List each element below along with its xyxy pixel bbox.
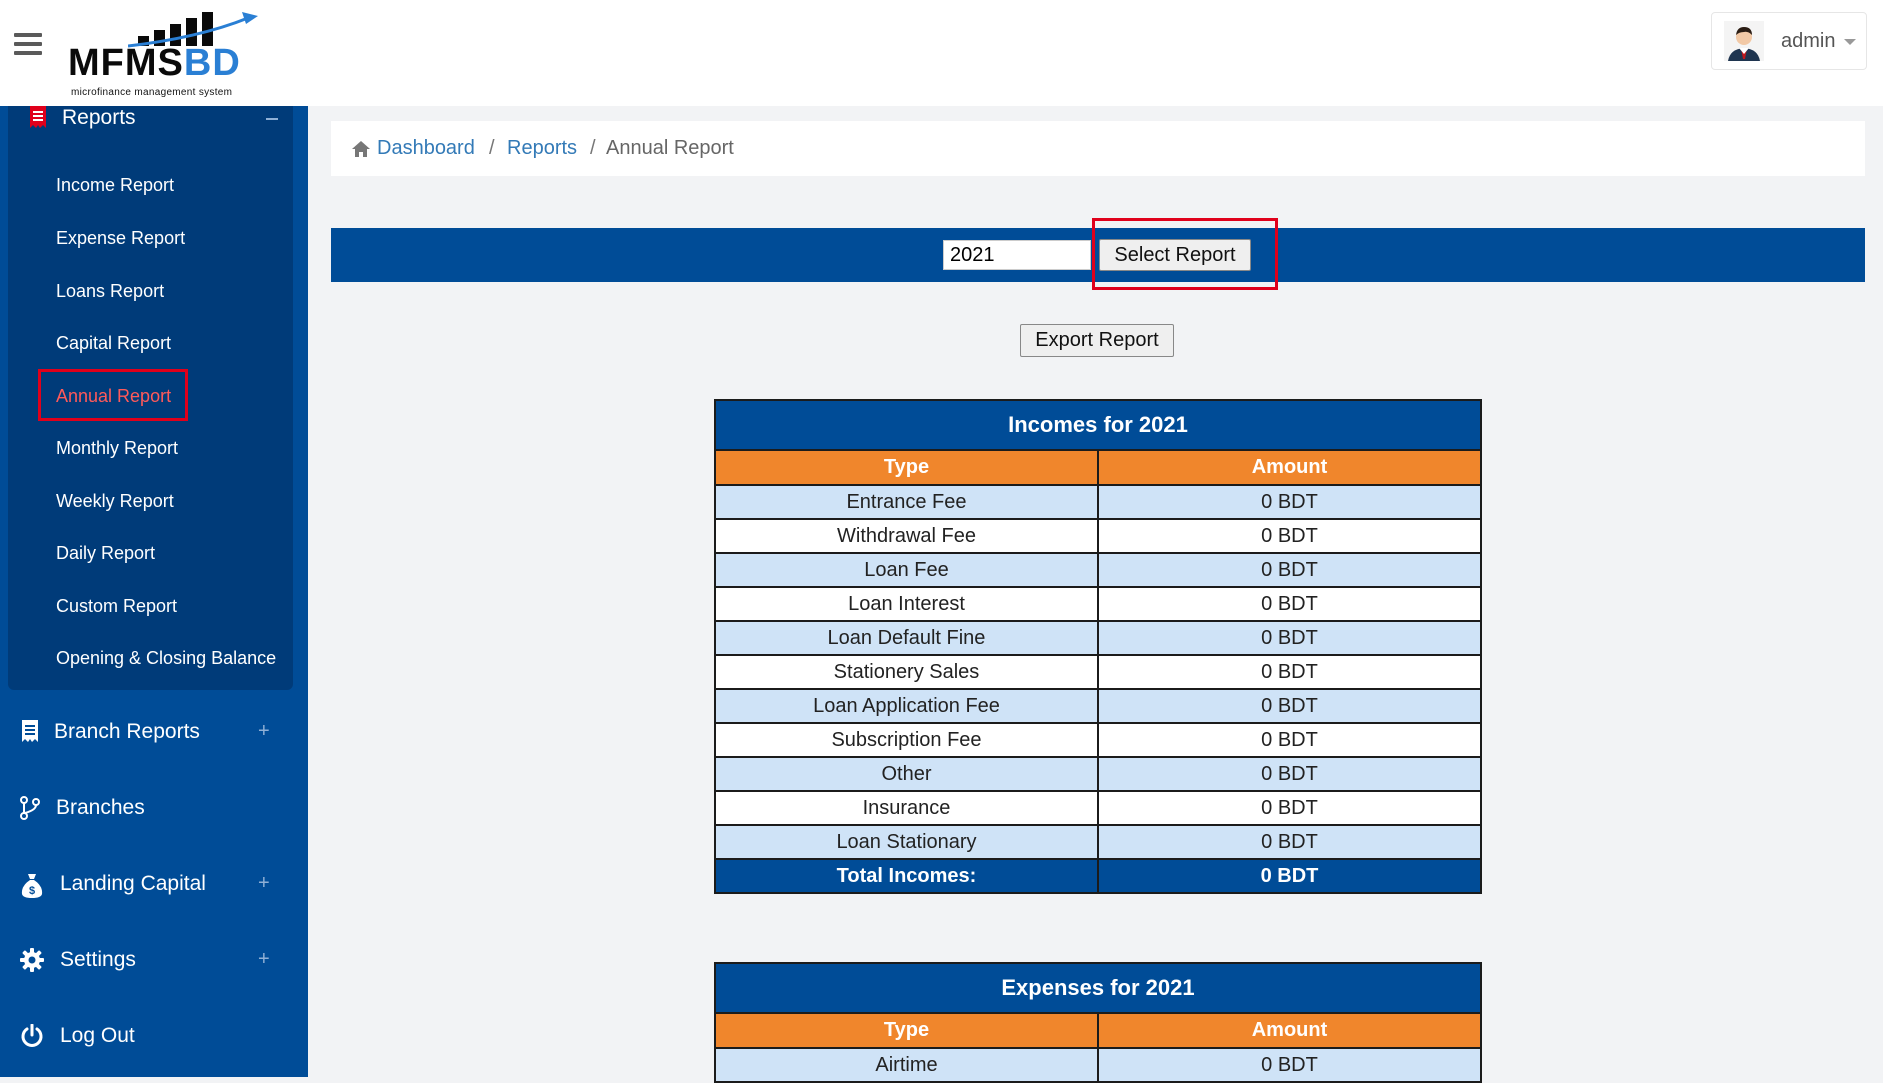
cell-amount: 0 BDT — [1097, 654, 1482, 690]
table-row: Withdrawal Fee 0 BDT — [714, 518, 1482, 554]
table-row: Subscription Fee 0 BDT — [714, 722, 1482, 758]
table-row: Loan Fee 0 BDT — [714, 552, 1482, 588]
receipt-icon — [30, 106, 46, 128]
incomes-table: Incomes for 2021 Type Amount Entrance Fe… — [714, 399, 1482, 894]
sidebar-item-branches[interactable]: Branches — [20, 792, 290, 826]
chevron-down-icon — [1844, 39, 1856, 45]
sidebar-item-opening-closing-balance[interactable]: Opening & Closing Balance — [56, 648, 276, 669]
power-icon — [21, 1024, 43, 1047]
column-header-amount: Amount — [1097, 449, 1482, 486]
table-row: Entrance Fee 0 BDT — [714, 484, 1482, 520]
sidebar-item-expense-report[interactable]: Expense Report — [56, 228, 185, 249]
sidebar-item-income-report[interactable]: Income Report — [56, 175, 174, 196]
sidebar-item-label: Branches — [56, 796, 145, 819]
username-label: admin — [1781, 30, 1836, 52]
cell-amount: 0 BDT — [1097, 552, 1482, 588]
sidebar-group-reports[interactable]: Reports — [28, 106, 288, 132]
cell-amount: 0 BDT — [1097, 824, 1482, 860]
table-row: Loan Default Fine 0 BDT — [714, 620, 1482, 656]
breadcrumb-separator: / — [590, 137, 596, 159]
sidebar-item-log-out[interactable]: Log Out — [20, 1020, 290, 1054]
cell-amount: 0 BDT — [1097, 586, 1482, 622]
expand-icon[interactable]: + — [258, 720, 270, 743]
cell-amount: 0 BDT — [1097, 722, 1482, 758]
cell-type: Stationery Sales — [714, 654, 1099, 690]
menu-toggle-icon[interactable] — [14, 33, 42, 57]
cell-type: Loan Default Fine — [714, 620, 1099, 656]
cell-amount: 0 BDT — [1097, 790, 1482, 826]
cell-type: Other — [714, 756, 1099, 792]
expenses-table: Expenses for 2021 Type Amount Airtime 0 B… — [714, 962, 1482, 1083]
cell-type: Loan Application Fee — [714, 688, 1099, 724]
money-bag-icon: $ — [21, 874, 43, 898]
breadcrumb-current: Annual Report — [606, 137, 734, 159]
svg-text:$: $ — [29, 885, 35, 897]
cell-type: Loan Interest — [714, 586, 1099, 622]
sidebar-item-weekly-report[interactable]: Weekly Report — [56, 491, 174, 512]
table-row: Loan Application Fee 0 BDT — [714, 688, 1482, 724]
cell-amount: 0 BDT — [1097, 756, 1482, 792]
table-row: Loan Stationary 0 BDT — [714, 824, 1482, 860]
receipt-icon — [22, 720, 38, 742]
export-report-button[interactable]: Export Report — [1020, 324, 1174, 357]
breadcrumb-separator: / — [489, 137, 495, 159]
sidebar-item-capital-report[interactable]: Capital Report — [56, 333, 171, 354]
incomes-table-title: Incomes for 2021 — [714, 399, 1482, 451]
sidebar-item-landing-capital[interactable]: $ Landing Capital + — [20, 868, 290, 902]
branch-icon — [20, 796, 40, 820]
sidebar-item-loans-report[interactable]: Loans Report — [56, 281, 164, 302]
top-header: MFMSBD microfinance management system ad… — [0, 0, 1883, 106]
sidebar-item-settings[interactable]: Settings + — [20, 944, 290, 978]
cell-type: Loan Stationary — [714, 824, 1099, 860]
breadcrumb: Dashboard / Reports / Annual Report — [331, 121, 1865, 176]
total-label: Total Incomes: — [714, 858, 1099, 894]
annotation-highlight-annual — [38, 369, 188, 421]
year-input[interactable] — [943, 240, 1091, 270]
expand-icon[interactable]: + — [258, 872, 270, 895]
user-menu[interactable]: admin — [1711, 12, 1867, 70]
sidebar-item-custom-report[interactable]: Custom Report — [56, 596, 177, 617]
expenses-table-title: Expenses for 2021 — [714, 962, 1482, 1014]
cell-type: Entrance Fee — [714, 484, 1099, 520]
sidebar-item-label: Branch Reports — [54, 720, 200, 743]
column-header-type: Type — [714, 1012, 1099, 1049]
cell-type: Subscription Fee — [714, 722, 1099, 758]
cell-type: Loan Fee — [714, 552, 1099, 588]
cell-amount: 0 BDT — [1097, 484, 1482, 520]
logo-tagline: microfinance management system — [71, 87, 233, 98]
total-value: 0 BDT — [1097, 858, 1482, 894]
collapse-icon[interactable] — [266, 118, 278, 120]
logo-wordmark: MFMSBD — [68, 42, 241, 84]
table-row: Stationery Sales 0 BDT — [714, 654, 1482, 690]
column-header-type: Type — [714, 449, 1099, 486]
app-logo[interactable]: MFMSBD microfinance management system — [68, 4, 268, 100]
table-row: Other 0 BDT — [714, 756, 1482, 792]
column-header-amount: Amount — [1097, 1012, 1482, 1049]
user-avatar-icon — [1724, 21, 1764, 61]
sidebar-item-monthly-report[interactable]: Monthly Report — [56, 438, 178, 459]
cell-amount: 0 BDT — [1097, 518, 1482, 554]
sidebar: Reports Income Report Expense Report Loa… — [0, 106, 308, 1077]
sidebar-item-label: Landing Capital — [60, 872, 206, 895]
table-row: Loan Interest 0 BDT — [714, 586, 1482, 622]
sidebar-item-label: Log Out — [60, 1024, 135, 1047]
home-icon — [352, 141, 370, 157]
table-total-row: Total Incomes: 0 BDT — [714, 858, 1482, 894]
breadcrumb-dashboard[interactable]: Dashboard — [377, 137, 475, 160]
breadcrumb-reports[interactable]: Reports — [507, 137, 577, 160]
cell-amount: 0 BDT — [1097, 620, 1482, 656]
table-row: Insurance 0 BDT — [714, 790, 1482, 826]
cell-type: Withdrawal Fee — [714, 518, 1099, 554]
annotation-highlight-select — [1092, 218, 1278, 290]
cell-type: Insurance — [714, 790, 1099, 826]
sidebar-group-label: Reports — [62, 106, 136, 129]
gear-icon — [20, 948, 44, 972]
expand-icon[interactable]: + — [258, 948, 270, 971]
sidebar-item-label: Settings — [60, 948, 136, 971]
sidebar-item-daily-report[interactable]: Daily Report — [56, 543, 155, 564]
sidebar-item-branch-reports[interactable]: Branch Reports + — [20, 716, 290, 750]
cell-amount: 0 BDT — [1097, 688, 1482, 724]
